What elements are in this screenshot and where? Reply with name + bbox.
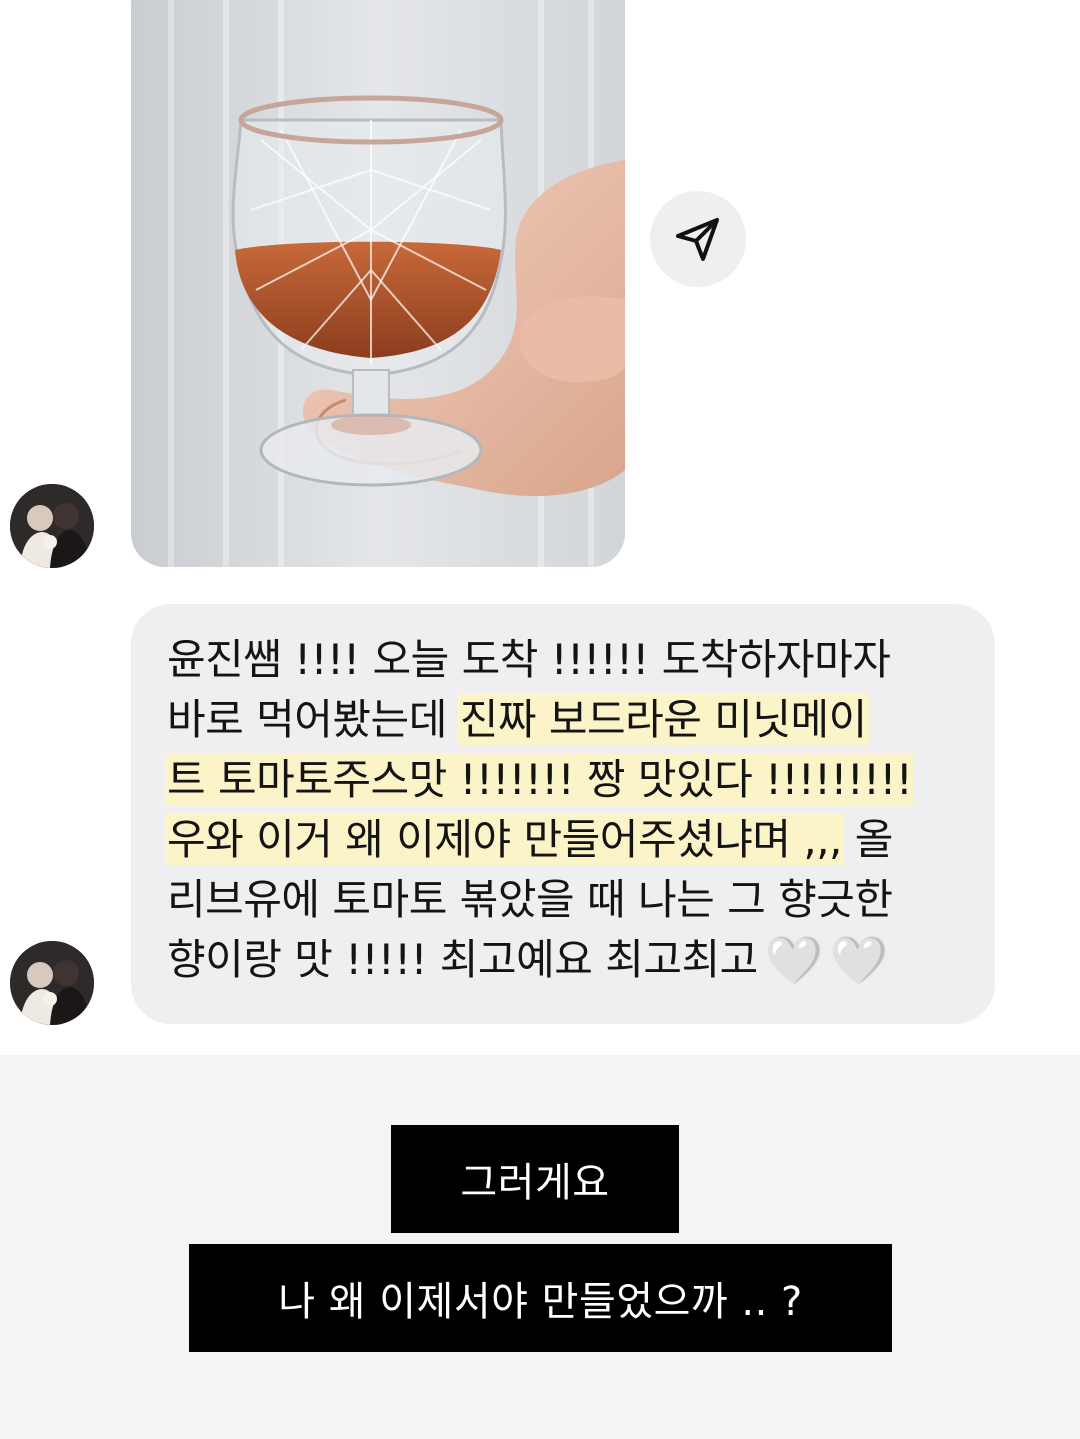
share-button[interactable] [650, 191, 746, 287]
avatar[interactable] [10, 484, 94, 568]
message-text-segment: 리브유에 토마토 볶았을 때 나는 그 향긋한 [167, 875, 893, 924]
message-line: 바로 먹어봤는데 진짜 보드라운 미닛메이 [167, 690, 965, 750]
message-line: 우와 이거 왜 이제야 만들어주셨냐며 ,,, 올 [167, 810, 965, 870]
photo-message[interactable] [131, 0, 625, 567]
message-line: 리브유에 토마토 볶았을 때 나는 그 향긋한 [167, 870, 965, 930]
caption-line-2: 나 왜 이제서야 만들었으까 .. ? [189, 1244, 892, 1352]
message-line: 향이랑 맛 !!!!! 최고예요 최고최고 🤍 🤍 [167, 930, 965, 990]
message-text-segment: 향이랑 맛 !!!!! 최고예요 최고최고 [167, 935, 758, 984]
message-text-segment: 바로 먹어봤는데 [167, 695, 460, 744]
caption-area: 그러게요 나 왜 이제서야 만들었으까 .. ? [0, 1055, 1080, 1439]
highlighted-text: 우와 이거 왜 이제야 만들어주셨냐며 ,,, [167, 815, 842, 864]
message-line: 윤진쌤 !!!! 오늘 도착 !!!!!! 도착하자마자 [167, 630, 965, 690]
avatar[interactable] [10, 941, 94, 1025]
text-message[interactable]: 윤진쌤 !!!! 오늘 도착 !!!!!! 도착하자마자바로 먹어봤는데 진짜 … [131, 604, 995, 1024]
avatar-image [10, 941, 94, 1025]
white-heart-icon: 🤍 [765, 933, 823, 987]
highlighted-text: 트 토마토주스맛 !!!!!!! 짱 맛있다 !!!!!!!!! [167, 755, 913, 804]
highlighted-text: 진짜 보드라운 미닛메이 [459, 695, 867, 744]
message-text-segment: 윤진쌤 !!!! 오늘 도착 !!!!!! 도착하자마자 [167, 635, 891, 684]
glass-photo [131, 0, 625, 567]
caption-line-1: 그러게요 [391, 1125, 679, 1233]
send-icon [676, 218, 719, 261]
message-text-segment: 올 [841, 815, 894, 864]
chat-area: 윤진쌤 !!!! 오늘 도착 !!!!!! 도착하자마자바로 먹어봤는데 진짜 … [0, 0, 1080, 1055]
avatar-image [10, 484, 94, 568]
message-line: 트 토마토주스맛 !!!!!!! 짱 맛있다 !!!!!!!!! [167, 750, 965, 810]
message-text: 윤진쌤 !!!! 오늘 도착 !!!!!! 도착하자마자바로 먹어봤는데 진짜 … [167, 630, 965, 990]
white-heart-icon: 🤍 [830, 933, 888, 987]
